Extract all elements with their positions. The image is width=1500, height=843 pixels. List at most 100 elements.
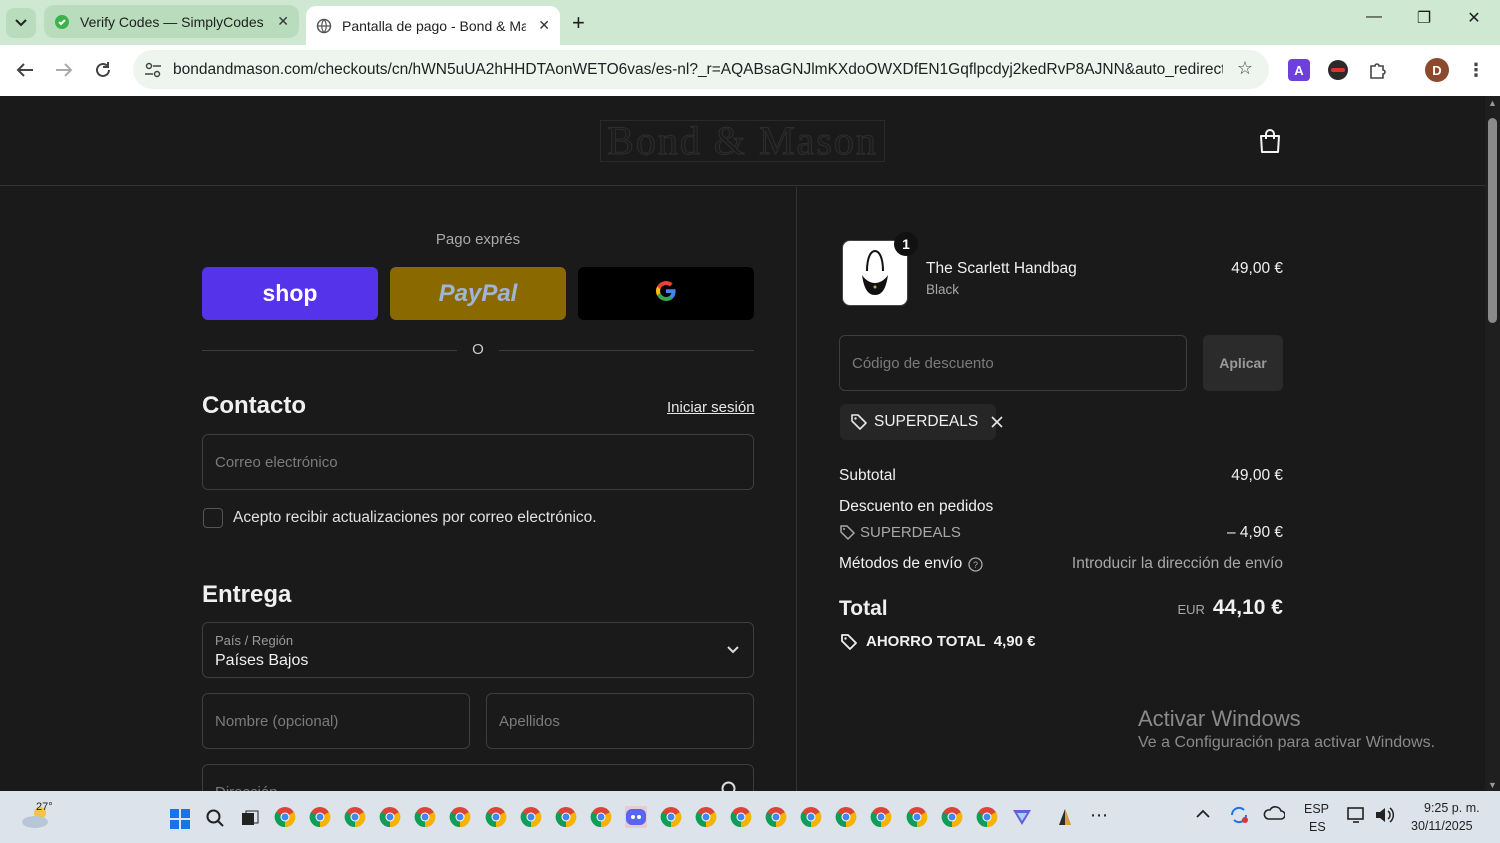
minimize-icon[interactable]: — <box>1359 8 1389 26</box>
onedrive-cloud-icon[interactable] <box>1263 805 1286 825</box>
extension-incognito-icon[interactable] <box>1327 59 1349 81</box>
chrome-icon[interactable] <box>414 806 436 828</box>
paypal-button[interactable]: PayPal <box>390 267 566 320</box>
newsletter-label: Acepto recibir actualizaciones por corre… <box>233 509 597 526</box>
last-name-input[interactable] <box>487 694 753 748</box>
chrome-icon[interactable] <box>520 806 542 828</box>
product-price: 49,00 € <box>1231 260 1283 277</box>
scroll-up-arrow-icon[interactable]: ▲ <box>1488 98 1497 108</box>
site-info-icon[interactable] <box>143 60 163 80</box>
url-text[interactable]: bondandmason.com/checkouts/cn/hWN5uUA2hH… <box>173 61 1223 79</box>
search-icon[interactable] <box>206 809 224 832</box>
tab-simplycodes[interactable]: Verify Codes — SimplyCodes ✕ <box>44 5 299 38</box>
discount-value: – 4,90 € <box>1226 524 1283 541</box>
remove-discount-close-icon[interactable] <box>990 415 1004 429</box>
tab-checkout[interactable]: Pantalla de pago - Bond & Mas ✕ <box>306 6 560 45</box>
extensions-puzzle-icon[interactable] <box>1367 59 1389 81</box>
close-window-icon[interactable]: ✕ <box>1459 8 1489 28</box>
store-logo[interactable]: Bond & Mason <box>600 120 885 162</box>
reload-icon[interactable] <box>91 58 115 82</box>
more-apps-icon[interactable]: ⋯ <box>1090 805 1108 826</box>
discount-code-field[interactable] <box>839 335 1187 391</box>
clock-date[interactable]: 30/11/2025 <box>1411 819 1473 833</box>
first-name-input[interactable] <box>203 694 469 748</box>
tray-chevron-up-icon[interactable] <box>1196 805 1210 822</box>
tag-icon <box>839 524 855 545</box>
network-icon[interactable] <box>1346 805 1368 829</box>
express-checkout-label: Pago exprés <box>435 231 521 248</box>
google-pay-button[interactable] <box>578 267 754 320</box>
address-field[interactable] <box>202 764 754 791</box>
chrome-icon[interactable] <box>695 806 717 828</box>
country-select[interactable]: País / Región Países Bajos <box>202 622 754 678</box>
total-label: Total <box>839 597 888 620</box>
language-top[interactable]: ESP <box>1304 802 1329 816</box>
extension-a-icon[interactable]: A <box>1288 59 1310 81</box>
last-name-field[interactable] <box>486 693 754 749</box>
chrome-icon[interactable] <box>555 806 577 828</box>
clock-time[interactable]: 9:25 p. m. <box>1424 801 1480 815</box>
page-scrollbar[interactable]: ▲ ▼ <box>1485 96 1500 791</box>
sync-icon[interactable] <box>1228 805 1250 829</box>
chrome-icon[interactable] <box>660 806 682 828</box>
discount-code-input[interactable] <box>840 336 1186 390</box>
help-circle-icon[interactable]: ? <box>968 557 983 577</box>
new-tab-plus-icon[interactable]: + <box>572 10 585 36</box>
close-tab-icon[interactable]: ✕ <box>538 17 550 34</box>
volume-icon[interactable] <box>1374 805 1396 829</box>
tab-search-chevron-icon[interactable] <box>6 8 36 38</box>
tab-title: Pantalla de pago - Bond & Mas <box>342 17 526 34</box>
discount-code-label: SUPERDEALS <box>860 524 961 541</box>
newsletter-checkbox[interactable] <box>203 508 223 528</box>
back-arrow-icon[interactable] <box>13 58 37 82</box>
discord-icon[interactable] <box>621 800 651 834</box>
task-view-icon[interactable] <box>241 810 259 831</box>
divider <box>499 350 754 351</box>
chrome-icon[interactable] <box>485 806 507 828</box>
profile-avatar[interactable]: D <box>1425 58 1449 82</box>
applied-discount-chip: SUPERDEALS <box>840 404 1003 440</box>
address-input[interactable] <box>203 765 753 791</box>
chrome-icon[interactable] <box>590 806 612 828</box>
chrome-icon[interactable] <box>800 806 822 828</box>
email-input[interactable] <box>203 435 753 489</box>
vpn-icon[interactable] <box>1011 806 1033 828</box>
windows-taskbar: 27° ⋯ ESP ES 9:25 p. m. 30/11/2025 <box>0 791 1500 843</box>
chrome-icon[interactable] <box>941 806 963 828</box>
menu-kebab-icon[interactable]: ⋮ <box>1465 59 1487 81</box>
chrome-icon[interactable] <box>309 806 331 828</box>
apply-button[interactable]: Aplicar <box>1203 335 1283 391</box>
chrome-icon[interactable] <box>870 806 892 828</box>
close-tab-icon[interactable]: ✕ <box>277 13 289 30</box>
scroll-down-arrow-icon[interactable]: ▼ <box>1488 780 1497 790</box>
chrome-icon[interactable] <box>765 806 787 828</box>
forward-arrow-icon[interactable] <box>52 58 76 82</box>
chrome-icon[interactable] <box>379 806 401 828</box>
chrome-icon[interactable] <box>730 806 752 828</box>
chevron-down-icon <box>727 641 739 657</box>
chrome-icon[interactable] <box>344 806 366 828</box>
language-bottom[interactable]: ES <box>1309 820 1326 834</box>
address-bar[interactable]: bondandmason.com/checkouts/cn/hWN5uUA2hH… <box>133 50 1269 89</box>
first-name-field[interactable] <box>202 693 470 749</box>
chrome-icon[interactable] <box>906 806 928 828</box>
contact-heading: Contacto <box>202 392 306 419</box>
shop-pay-button[interactable]: shop <box>202 267 378 320</box>
bookmark-star-icon[interactable]: ☆ <box>1237 58 1253 79</box>
app-pinned-icon[interactable] <box>1055 807 1075 832</box>
tab-title: Verify Codes — SimplyCodes <box>80 13 264 30</box>
chrome-icon[interactable] <box>449 806 471 828</box>
chrome-icon[interactable] <box>976 806 998 828</box>
savings-value: 4,90 € <box>993 633 1036 650</box>
chrome-icon[interactable] <box>274 806 296 828</box>
shopping-bag-icon[interactable] <box>1258 128 1282 154</box>
total-amount: EUR 44,10 € <box>1177 596 1283 620</box>
order-discount-label: Descuento en pedidos <box>839 498 994 515</box>
windows-start-icon[interactable] <box>170 809 190 834</box>
store-header: Bond & Mason <box>0 96 1485 186</box>
login-link[interactable]: Iniciar sesión <box>667 399 755 416</box>
restore-icon[interactable]: ❐ <box>1409 8 1439 28</box>
chrome-icon[interactable] <box>835 806 857 828</box>
email-field[interactable] <box>202 434 754 490</box>
scrollbar-thumb[interactable] <box>1488 118 1497 323</box>
